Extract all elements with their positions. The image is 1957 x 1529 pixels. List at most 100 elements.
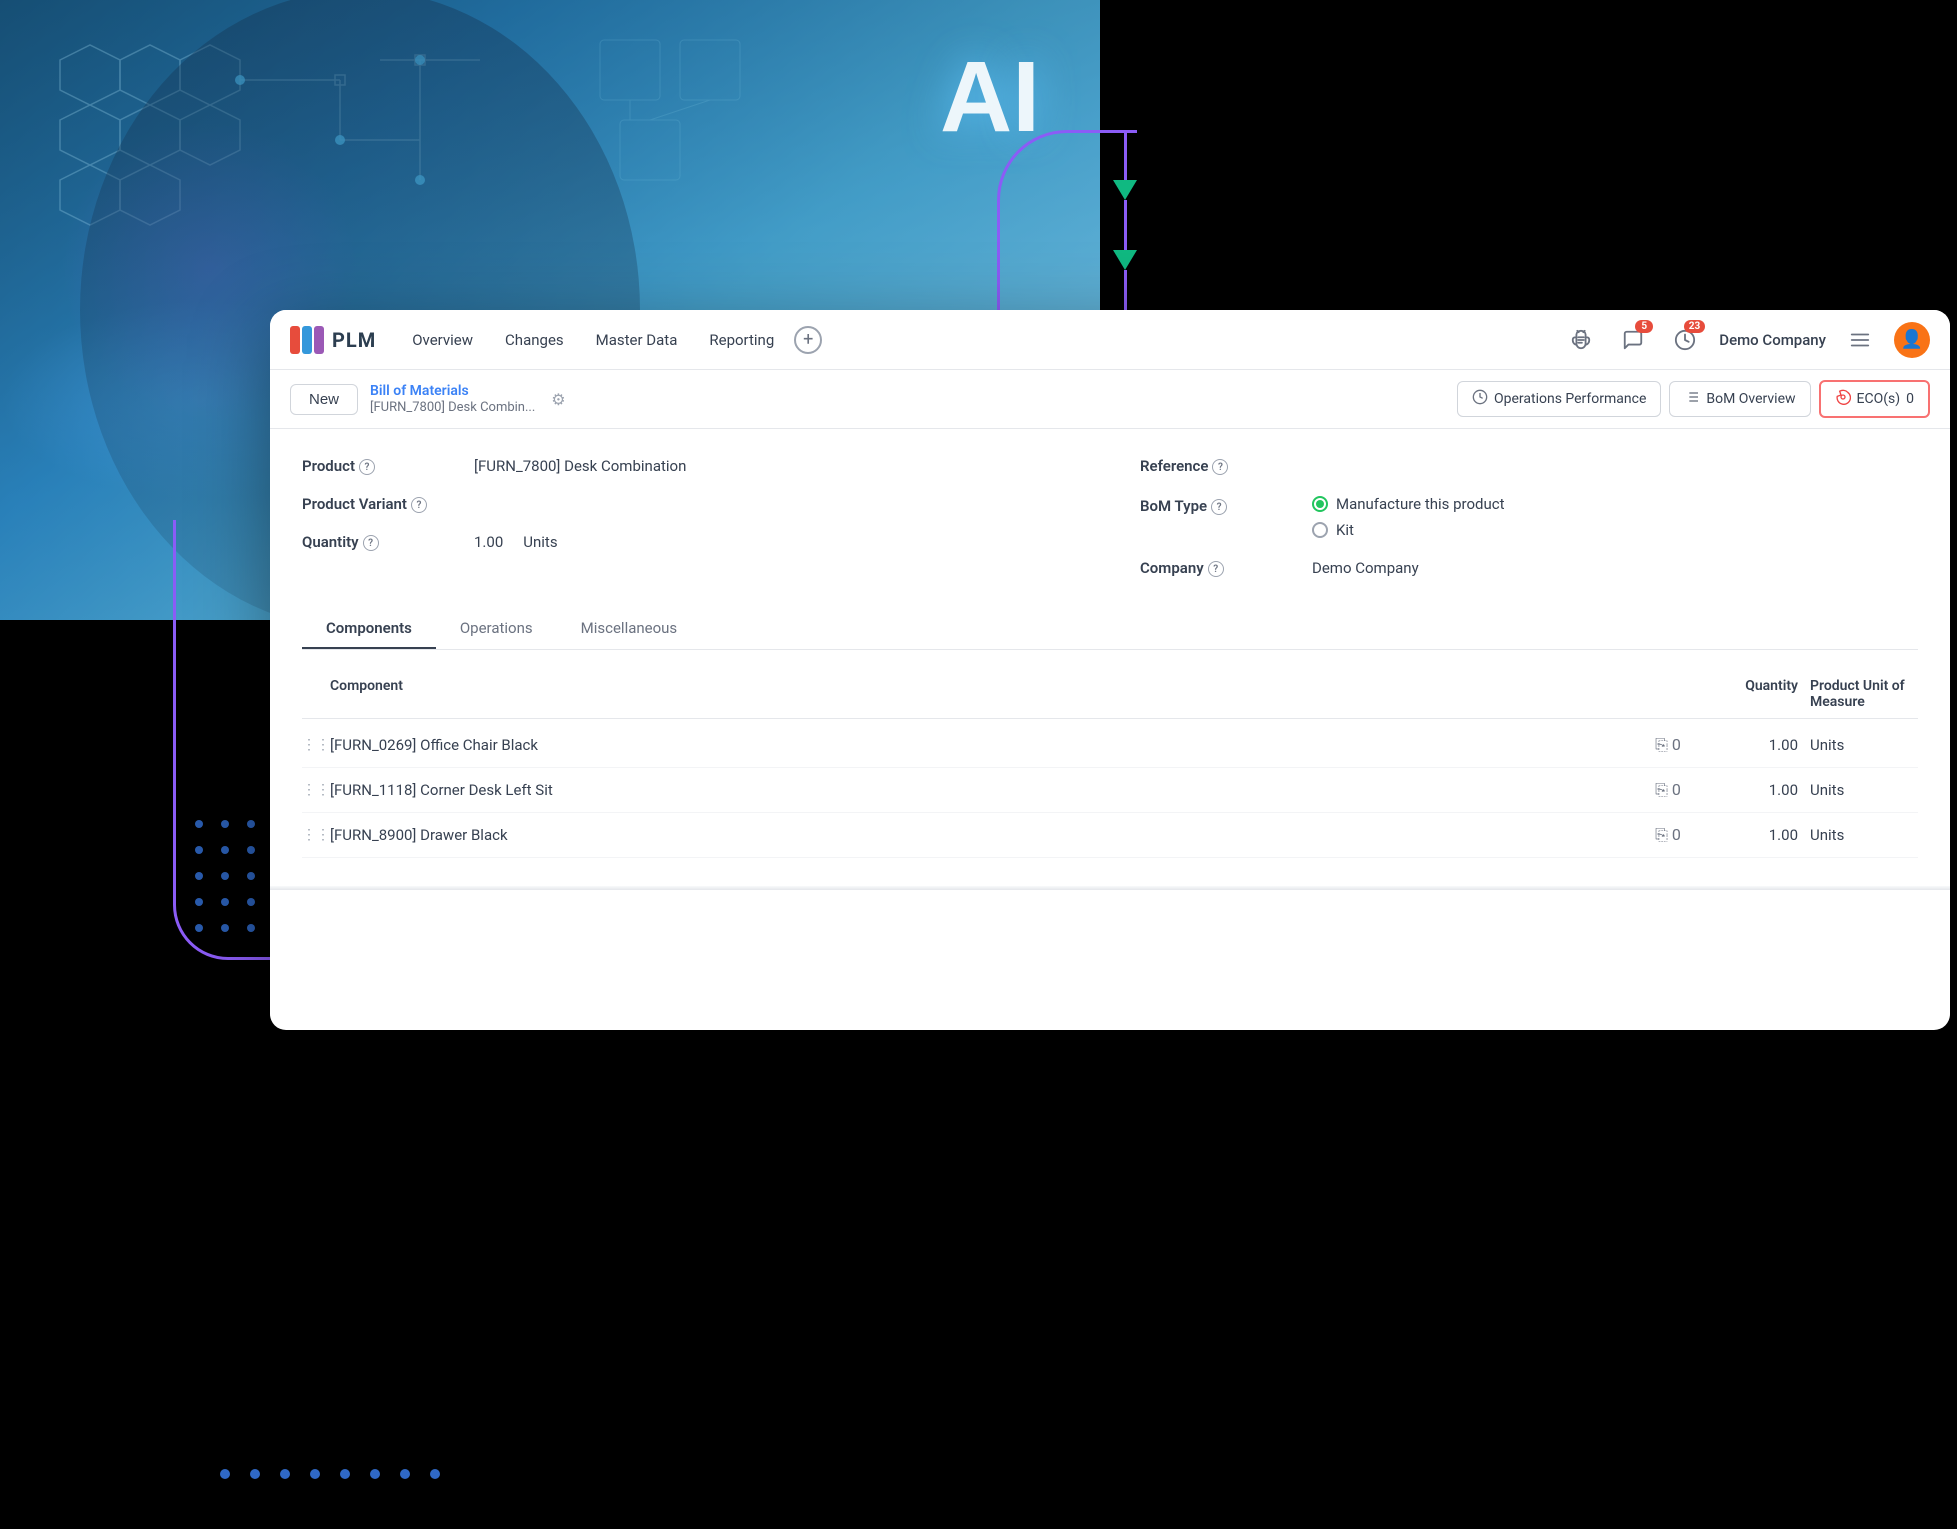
logo-square-red	[290, 326, 300, 354]
avatar-icon: 👤	[1901, 329, 1923, 350]
logo: PLM	[290, 326, 376, 354]
bug-icon-button[interactable]	[1563, 322, 1599, 358]
eco-count: 0	[1906, 391, 1914, 407]
form-grid: Product? [FURN_7800] Desk Combination Pr…	[302, 457, 1918, 577]
ai-text-decoration: AI	[940, 40, 1040, 155]
product-label: Product?	[302, 457, 462, 475]
action-bar-right: Operations Performance BoM Overview	[1457, 380, 1930, 418]
reference-row: Reference?	[1140, 457, 1918, 475]
row-2-copy-icon[interactable]: ⎘ 0	[1638, 780, 1698, 800]
dot-row-bottom	[220, 1469, 440, 1479]
bom-type-manufacture-label: Manufacture this product	[1336, 495, 1505, 513]
row-1-uom: Units	[1798, 736, 1918, 754]
col-drag-header	[302, 678, 330, 710]
tab-miscellaneous[interactable]: Miscellaneous	[557, 609, 702, 649]
reference-help[interactable]: ?	[1212, 459, 1228, 475]
bom-type-kit-label: Kit	[1336, 521, 1354, 539]
operations-performance-button[interactable]: Operations Performance	[1457, 381, 1661, 417]
product-row: Product? [FURN_7800] Desk Combination	[302, 457, 1080, 475]
row-1-copy-icon[interactable]: ⎘ 0	[1638, 735, 1698, 755]
nav-master-data[interactable]: Master Data	[584, 325, 690, 355]
nav-changes[interactable]: Changes	[493, 325, 576, 355]
table-header: Component Quantity Product Unit of Measu…	[302, 670, 1918, 719]
tab-operations[interactable]: Operations	[436, 609, 557, 649]
row-2-quantity: 1.00	[1698, 781, 1798, 799]
col-copy-header	[1638, 678, 1698, 710]
row-3-copy-icon[interactable]: ⎘ 0	[1638, 825, 1698, 845]
quantity-help[interactable]: ?	[363, 535, 379, 551]
company-value: Demo Company	[1312, 559, 1419, 577]
tabs-bar: Components Operations Miscellaneous	[302, 609, 1918, 650]
breadcrumb-title[interactable]: Bill of Materials	[370, 383, 535, 399]
col-quantity-header: Quantity	[1698, 678, 1798, 710]
row-1-quantity: 1.00	[1698, 736, 1798, 754]
settings-icon-button[interactable]	[1842, 322, 1878, 358]
company-label: Company?	[1140, 559, 1300, 577]
product-variant-row: Product Variant?	[302, 495, 1080, 513]
row-3-uom: Units	[1798, 826, 1918, 844]
clock-badge: 23	[1684, 320, 1705, 333]
company-help[interactable]: ?	[1208, 561, 1224, 577]
form-settings-gear[interactable]: ⚙	[551, 390, 565, 409]
quantity-value-group: 1.00 Units	[474, 533, 558, 551]
breadcrumb: Bill of Materials [FURN_7800] Desk Combi…	[370, 383, 535, 415]
bom-type-manufacture[interactable]: Manufacture this product	[1312, 495, 1505, 513]
quantity-value: 1.00	[474, 533, 503, 551]
bom-type-options: Manufacture this product Kit	[1312, 495, 1505, 539]
drag-handle-2[interactable]: ⋮⋮	[302, 782, 330, 798]
bom-overview-button[interactable]: BoM Overview	[1669, 381, 1810, 417]
bom-overview-label: BoM Overview	[1706, 391, 1795, 407]
quantity-row: Quantity? 1.00 Units	[302, 533, 1080, 551]
navbar-right: 5 23 Demo Company 👤	[1563, 322, 1930, 358]
copy-icon-2: ⎘	[1655, 780, 1668, 799]
row-2-component: [FURN_1118] Corner Desk Left Sit	[330, 781, 1638, 799]
radio-kit-circle[interactable]	[1312, 522, 1328, 538]
eco-label: ECO(s)	[1857, 391, 1901, 407]
product-help[interactable]: ?	[359, 459, 375, 475]
copy-icon-3: ⎘	[1655, 825, 1668, 844]
form-left-col: Product? [FURN_7800] Desk Combination Pr…	[302, 457, 1080, 577]
bom-type-label: BoM Type?	[1140, 495, 1300, 515]
row-1-component: [FURN_0269] Office Chair Black	[330, 736, 1638, 754]
table-row: ⋮⋮ [FURN_0269] Office Chair Black ⎘ 0 1.…	[302, 723, 1918, 768]
row-2-uom: Units	[1798, 781, 1918, 799]
bom-type-row: BoM Type? Manufacture this product Kit	[1140, 495, 1918, 539]
row-3-component: [FURN_8900] Drawer Black	[330, 826, 1638, 844]
col-uom-header: Product Unit of Measure	[1798, 678, 1918, 710]
quantity-unit: Units	[523, 533, 557, 551]
clock-small-icon	[1472, 389, 1488, 409]
ops-perf-label: Operations Performance	[1494, 391, 1646, 407]
navbar: PLM Overview Changes Master Data Reporti…	[270, 310, 1950, 370]
drag-handle-3[interactable]: ⋮⋮	[302, 827, 330, 843]
clock-icon-button[interactable]: 23	[1667, 322, 1703, 358]
eco-gear-icon	[1835, 389, 1851, 409]
nav-plus-button[interactable]: +	[794, 326, 822, 354]
chat-icon-button[interactable]: 5	[1615, 322, 1651, 358]
content-area: Product? [FURN_7800] Desk Combination Pr…	[270, 429, 1950, 886]
table-row: ⋮⋮ [FURN_8900] Drawer Black ⎘ 0 1.00 Uni…	[302, 813, 1918, 858]
new-button[interactable]: New	[290, 384, 358, 415]
logo-text: PLM	[332, 328, 376, 352]
row-3-copy-count: 0	[1672, 825, 1681, 844]
logo-icon	[290, 326, 324, 354]
radio-manufacture-inner	[1316, 500, 1324, 508]
nav-reporting[interactable]: Reporting	[697, 325, 786, 355]
radio-manufacture-circle[interactable]	[1312, 496, 1328, 512]
drag-handle-1[interactable]: ⋮⋮	[302, 737, 330, 753]
tab-components[interactable]: Components	[302, 609, 436, 649]
product-variant-label: Product Variant?	[302, 495, 462, 513]
content-footer	[270, 886, 1950, 890]
action-bar: New Bill of Materials [FURN_7800] Desk C…	[270, 370, 1950, 429]
product-value: [FURN_7800] Desk Combination	[474, 457, 686, 475]
eco-button[interactable]: ECO(s) 0	[1819, 380, 1930, 418]
variant-help[interactable]: ?	[411, 497, 427, 513]
chat-badge: 5	[1635, 320, 1653, 333]
row-2-copy-count: 0	[1672, 780, 1681, 799]
copy-icon-1: ⎘	[1655, 735, 1668, 754]
avatar[interactable]: 👤	[1894, 322, 1930, 358]
bom-type-kit[interactable]: Kit	[1312, 521, 1505, 539]
row-1-copy-count: 0	[1672, 735, 1681, 754]
nav-overview[interactable]: Overview	[400, 325, 485, 355]
col-component-header: Component	[330, 678, 1638, 710]
bom-type-help[interactable]: ?	[1211, 499, 1227, 515]
